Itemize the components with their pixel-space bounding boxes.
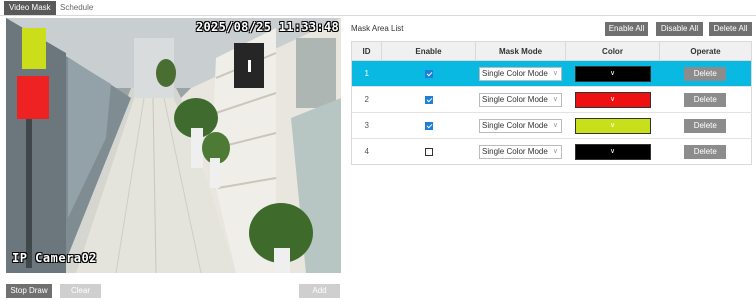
enable-cell [381,86,476,113]
add-button[interactable]: Add [299,284,340,298]
chevron-down-icon: ∨ [609,69,616,77]
enable-checkbox[interactable] [424,121,433,130]
mask-area-red[interactable] [17,76,49,119]
row-id: 3 [351,112,382,139]
stop-draw-button[interactable]: Stop Draw [6,284,52,298]
mask-mode-value: Single Color Mode [482,146,548,156]
mask-mode-value: Single Color Mode [482,68,548,78]
color-cell: ∨ [565,112,660,139]
color-picker[interactable]: ∨ [574,117,651,134]
timestamp-overlay: 2025/08/25 11:33:48 [196,20,339,34]
row-id: 4 [351,138,382,165]
video-preview[interactable]: 2025/08/25 11:33:48 IP Camera02 [6,18,341,273]
delete-button[interactable]: Delete [684,66,727,81]
color-picker[interactable]: ∨ [574,91,651,108]
column-header-mask-mode: Mask Mode [475,41,566,61]
chevron-down-icon: ∨ [552,147,558,155]
delete-all-button[interactable]: Delete All [709,22,752,36]
mask-mode-select[interactable]: Single Color Mode ∨ [479,118,562,133]
mask-mode-cell: Single Color Mode ∨ [475,86,566,113]
tab-video-mask[interactable]: Video Mask [4,1,56,15]
camera-name-overlay: IP Camera02 [12,251,97,265]
enable-cell [381,138,476,165]
clear-button[interactable]: Clear [60,284,101,298]
mask-mode-cell: Single Color Mode ∨ [475,60,566,87]
column-header-enable: Enable [381,41,476,61]
disable-all-button[interactable]: Disable All [656,22,703,36]
operate-cell: Delete [659,60,752,87]
operate-cell: Delete [659,86,752,113]
color-cell: ∨ [565,86,660,113]
enable-cell [381,112,476,139]
color-picker[interactable]: ∨ [574,143,651,160]
color-cell: ∨ [565,138,660,165]
mask-mode-select[interactable]: Single Color Mode ∨ [479,66,562,81]
enable-checkbox[interactable] [424,95,433,104]
enable-all-button[interactable]: Enable All [605,22,648,36]
enable-checkbox[interactable] [424,147,433,156]
mask-mode-value: Single Color Mode [482,120,548,130]
row-id: 1 [351,60,382,87]
mask-mode-cell: Single Color Mode ∨ [475,138,566,165]
mask-mode-select[interactable]: Single Color Mode ∨ [479,92,562,107]
row-id: 2 [351,86,382,113]
tab-schedule[interactable]: Schedule [55,1,98,15]
chevron-down-icon: ∨ [552,95,558,103]
mask-mode-value: Single Color Mode [482,94,548,104]
chevron-down-icon: ∨ [609,95,616,103]
column-header-id: ID [351,41,382,61]
mask-mode-select[interactable]: Single Color Mode ∨ [479,144,562,159]
table-row[interactable]: 4 Single Color Mode ∨ ∨ Delete [351,138,752,165]
chevron-down-icon: ∨ [609,147,616,155]
chevron-down-icon: ∨ [609,121,616,129]
column-header-operate: Operate [659,41,752,61]
mask-area-yellow[interactable] [22,28,46,69]
mask-area-list-title: Mask Area List [351,24,404,33]
delete-button[interactable]: Delete [684,144,727,159]
operate-cell: Delete [659,112,752,139]
mask-mode-cell: Single Color Mode ∨ [475,112,566,139]
column-header-color: Color [565,41,660,61]
table-header-row: ID Enable Mask Mode Color Operate [351,41,752,61]
chevron-down-icon: ∨ [552,121,558,129]
enable-cell [381,60,476,87]
mask-area-table: ID Enable Mask Mode Color Operate 1 Singl… [351,41,752,165]
delete-button[interactable]: Delete [684,118,727,133]
chevron-down-icon: ∨ [552,69,558,77]
table-row[interactable]: 1 Single Color Mode ∨ ∨ Delete [351,60,752,87]
table-row[interactable]: 3 Single Color Mode ∨ ∨ Delete [351,112,752,139]
delete-button[interactable]: Delete [684,92,727,107]
enable-checkbox[interactable] [424,69,433,78]
corridor-scene [6,18,341,273]
color-cell: ∨ [565,60,660,87]
operate-cell: Delete [659,138,752,165]
table-row[interactable]: 2 Single Color Mode ∨ ∨ Delete [351,86,752,113]
tab-bar: Video Mask Schedule [0,0,756,16]
color-picker[interactable]: ∨ [574,65,651,82]
